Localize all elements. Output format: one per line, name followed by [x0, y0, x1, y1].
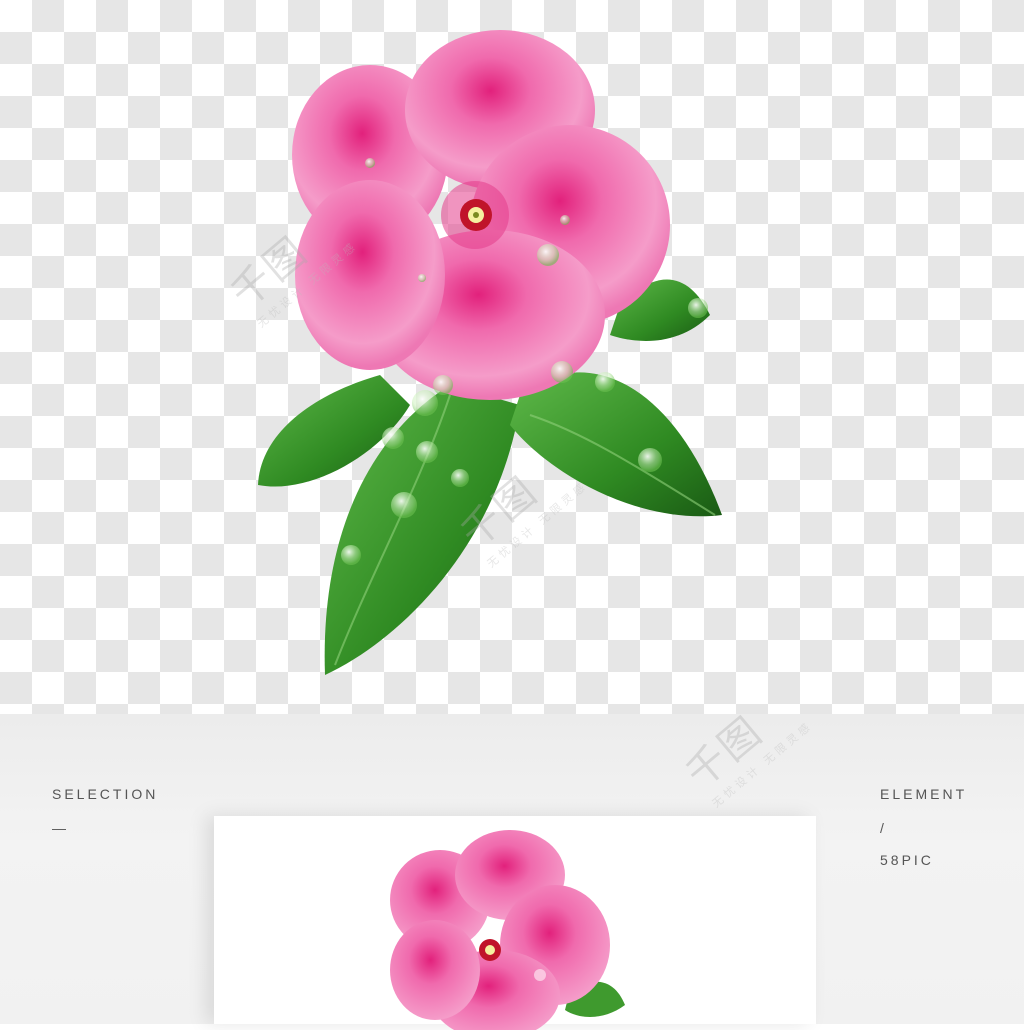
brand-label: 58PIC	[880, 852, 934, 868]
flower-preview-illustration	[390, 830, 625, 1030]
selection-label: SELECTION	[52, 786, 159, 802]
selection-dash: —	[52, 820, 69, 836]
periwinkle-flower-illustration	[258, 30, 722, 675]
slash-label: /	[880, 820, 887, 836]
element-label: ELEMENT	[880, 786, 968, 802]
